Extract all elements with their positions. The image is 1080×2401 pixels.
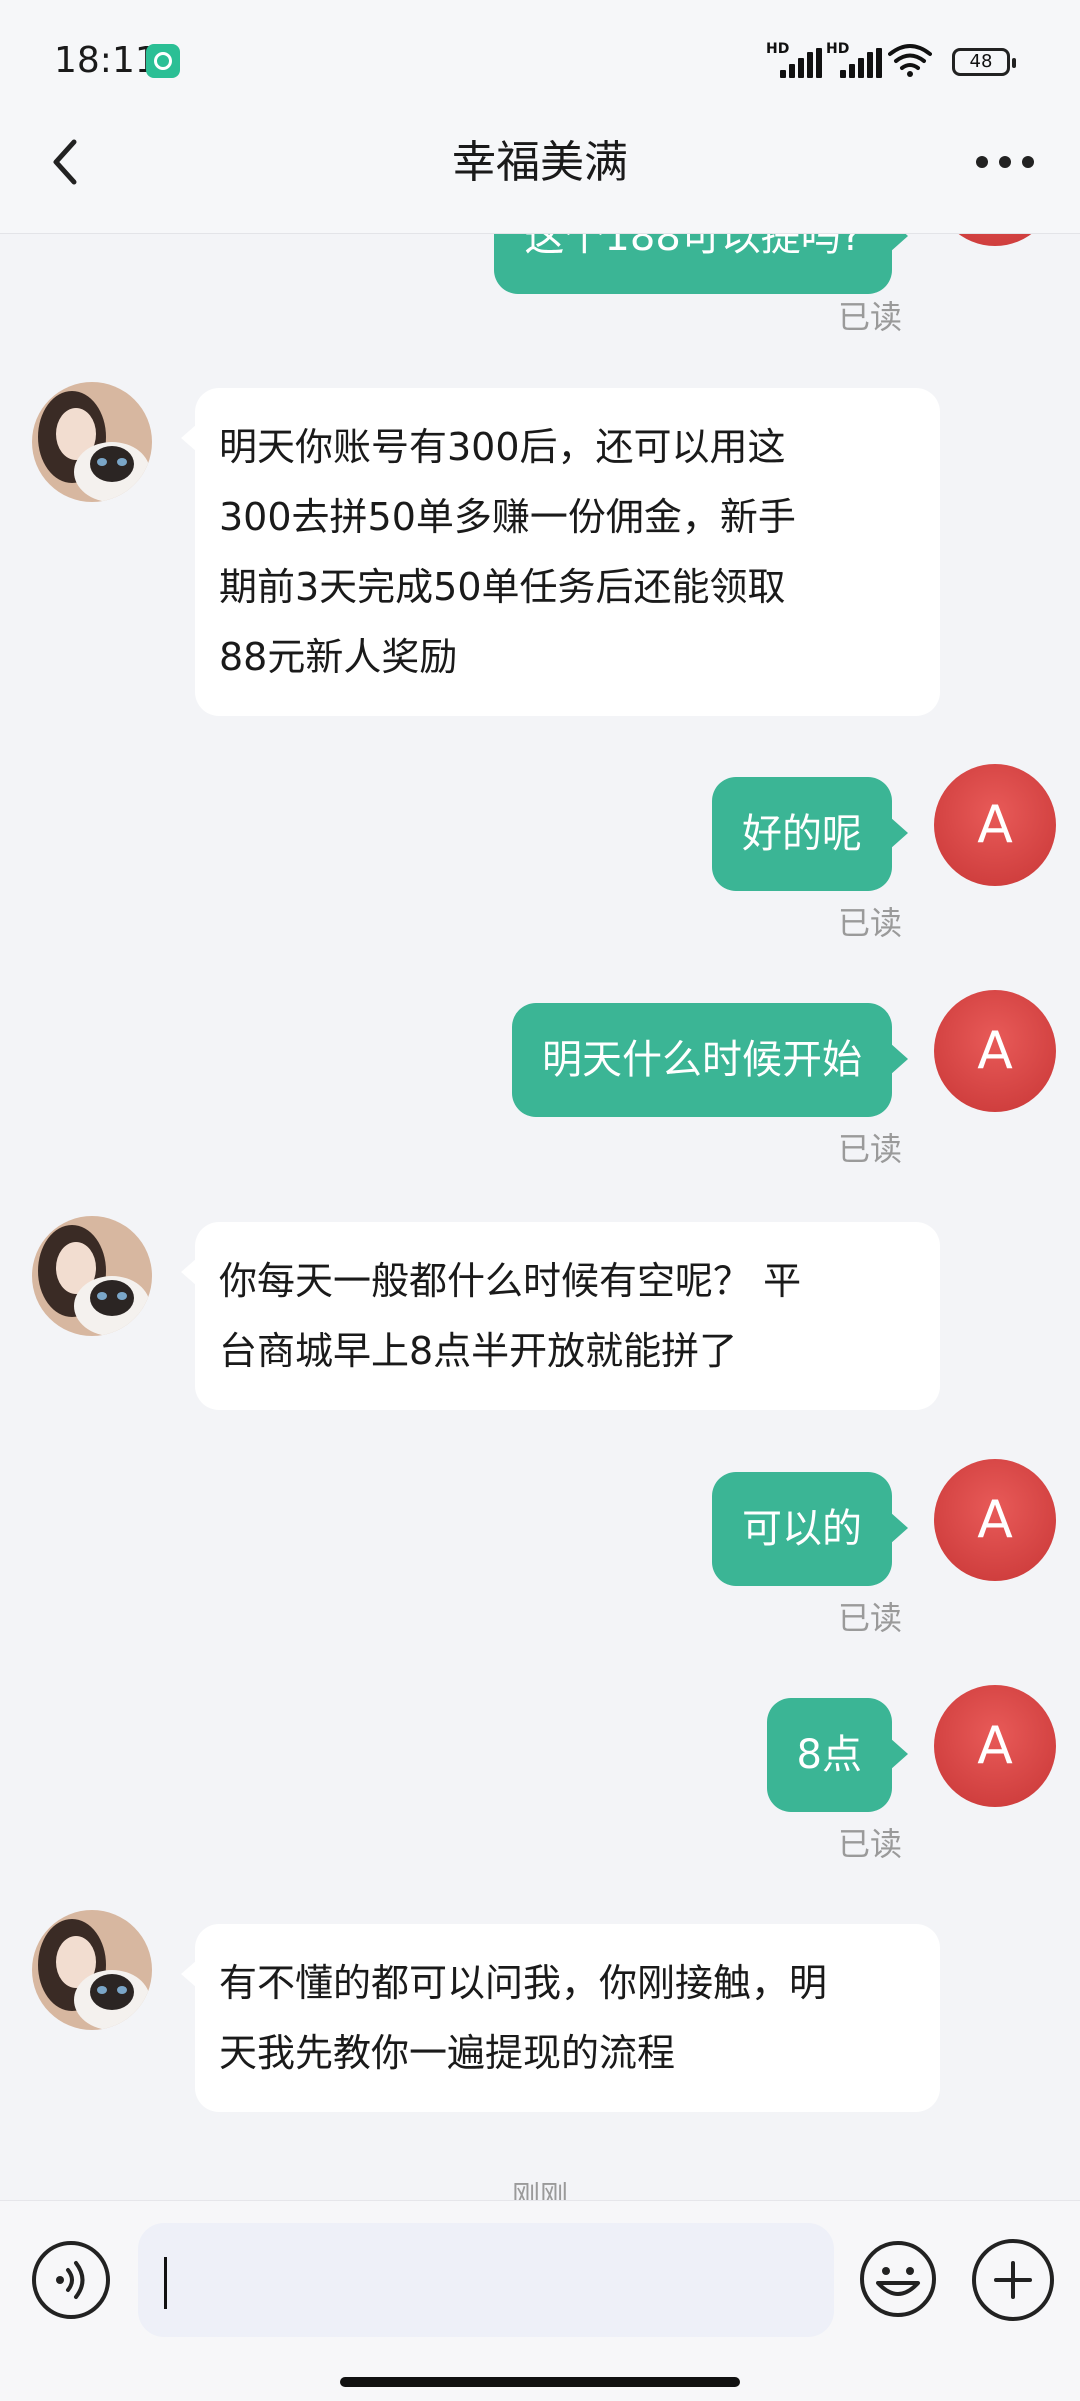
self-avatar[interactable]: A: [934, 764, 1056, 886]
plus-icon[interactable]: [972, 2239, 1054, 2321]
message-line: 300去拼50单多赚一份佣金，新手: [219, 495, 796, 539]
contact-avatar[interactable]: [32, 382, 152, 502]
battery-icon: 48: [952, 48, 1016, 76]
signal-2-icon: HD: [826, 42, 886, 78]
self-avatar[interactable]: A: [934, 234, 1056, 246]
message-line: 有不懂的都可以问我，你刚接触，明: [219, 1961, 828, 2005]
self-avatar[interactable]: A: [934, 1685, 1056, 1807]
message-bubble-outgoing[interactable]: 可以的: [712, 1472, 908, 1586]
chat-title: 幸福美满: [452, 137, 628, 188]
read-receipt: 已读: [837, 1599, 902, 1637]
message-line: 明天你账号有300后，还可以用这: [219, 425, 786, 469]
wifi-icon: [888, 44, 932, 77]
message-bubble-outgoing[interactable]: 8点: [766, 1698, 909, 1812]
message-list[interactable]: 这个188可以提吗? A 已读 明天你账号有300后，还可以用这 300去拼50…: [0, 234, 1080, 2200]
read-receipt: 已读: [837, 904, 902, 942]
text-cursor: [164, 2257, 167, 2309]
home-indicator[interactable]: [340, 2377, 740, 2387]
more-dots-icon[interactable]: [970, 146, 1040, 176]
message-line: 88元新人奖励: [219, 635, 458, 679]
message-bubble-incoming[interactable]: 有不懂的都可以问我，你刚接触，明 天我先教你一遍提现的流程: [181, 1924, 940, 2112]
plus-glyph: [994, 2261, 1032, 2299]
input-bar: [0, 2200, 1080, 2401]
message-bubble-outgoing[interactable]: 这个188可以提吗?: [494, 234, 908, 294]
message-bubble-outgoing[interactable]: 明天什么时候开始: [512, 1003, 908, 1117]
voice-wave-glyph: [56, 2261, 85, 2299]
message-line: 天我先教你一遍提现的流程: [219, 2031, 676, 2075]
read-receipt: 已读: [837, 298, 902, 336]
signal-1-icon: HD: [766, 42, 826, 78]
self-avatar[interactable]: A: [934, 990, 1056, 1112]
contact-avatar[interactable]: [32, 1216, 152, 1336]
status-time: 18:11: [54, 40, 158, 81]
message-line: 台商城早上8点半开放就能拼了: [219, 1329, 738, 1373]
message-line: 你每天一般都什么时候有空呢？ 平: [219, 1259, 802, 1303]
message-bubble-incoming[interactable]: 你每天一般都什么时候有空呢？ 平 台商城早上8点半开放就能拼了: [181, 1222, 940, 1410]
message-input[interactable]: [138, 2223, 834, 2337]
contact-avatar-image: [32, 382, 152, 502]
contact-avatar-image: [32, 1216, 152, 1336]
contact-avatar[interactable]: [32, 1910, 152, 2030]
read-receipt: 已读: [837, 1130, 902, 1168]
chat-header: 幸福美满: [0, 80, 1080, 234]
message-bubble-outgoing[interactable]: 好的呢: [712, 777, 908, 891]
contact-avatar-image: [32, 1910, 152, 2030]
read-receipt: 已读: [837, 1825, 902, 1863]
emoji-icon[interactable]: [858, 2239, 938, 2319]
notification-app-icon: [146, 44, 180, 78]
message-line: 期前3天完成50单任务后还能领取: [219, 565, 786, 609]
self-avatar[interactable]: A: [934, 1459, 1056, 1581]
voice-icon[interactable]: [32, 2241, 110, 2319]
message-bubble-incoming[interactable]: 明天你账号有300后，还可以用这 300去拼50单多赚一份佣金，新手 期前3天完…: [181, 388, 940, 716]
message-timestamp: 刚刚: [511, 2179, 568, 2200]
